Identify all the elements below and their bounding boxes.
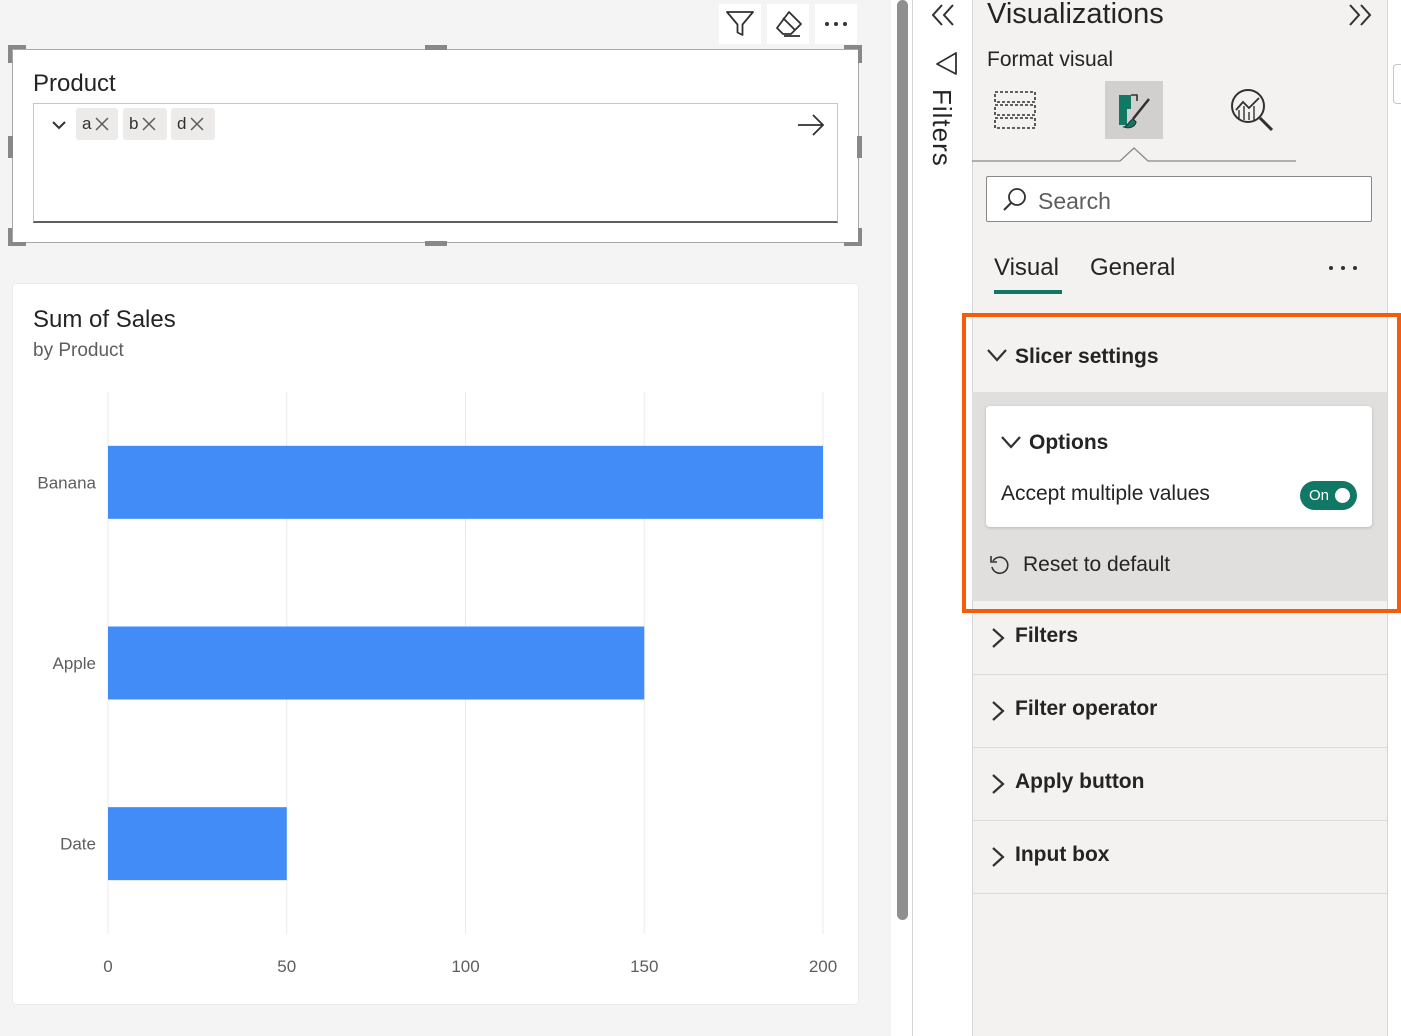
bar-chart-visual[interactable]: Sum of Sales by Product 0 50 100 150 200 Bana… [12, 283, 859, 1005]
highlight-annotation-box [962, 313, 1401, 613]
filters-pane-label[interactable]: Filters [926, 89, 957, 167]
search-icon [1003, 188, 1026, 211]
section-label: Filter operator [1015, 697, 1158, 720]
section-apply-button[interactable]: Apply button [972, 748, 1387, 821]
chevron-right-icon [992, 628, 1005, 648]
chevron-down-icon[interactable] [50, 118, 68, 132]
x-tick-label: 50 [277, 957, 296, 976]
double-chevron-left-icon[interactable] [929, 2, 957, 28]
x-tick-label: 200 [809, 957, 837, 976]
filter-icon [726, 11, 754, 36]
clear-selections-button[interactable] [767, 4, 809, 44]
format-search-input[interactable]: Search [986, 176, 1372, 222]
resize-handle[interactable] [858, 45, 862, 63]
filter-pane-icon [936, 52, 957, 75]
eraser-icon [776, 11, 802, 37]
product-slicer[interactable]: Product a b d [12, 49, 859, 243]
selected-chip-b[interactable]: b [123, 108, 167, 140]
resize-handle[interactable] [8, 228, 12, 246]
chevron-right-icon [992, 701, 1005, 721]
paintbrush-icon [1119, 94, 1150, 129]
chip-label: b [129, 114, 139, 133]
x-tick-label: 100 [451, 957, 479, 976]
y-category-label: Banana [37, 473, 96, 492]
canvas-scrollbar-thumb[interactable] [897, 0, 908, 920]
tab-visual[interactable]: Visual [994, 254, 1059, 282]
remove-chip-icon[interactable] [141, 116, 157, 132]
selected-chip-a[interactable]: a [76, 108, 118, 140]
x-tick-label: 0 [103, 957, 112, 976]
chevron-right-icon [992, 774, 1005, 794]
resize-handle[interactable] [8, 45, 12, 63]
visualizations-title: Visualizations [987, 0, 1164, 30]
pane-resize-tab[interactable] [1393, 64, 1401, 104]
more-options-icon[interactable] [1327, 258, 1359, 278]
section-label: Input box [1015, 843, 1110, 866]
slicer-dropdown[interactable]: a b d [33, 103, 838, 223]
bar-banana[interactable] [108, 445, 823, 519]
more-options-button[interactable] [815, 4, 857, 44]
build-visual-tab[interactable] [986, 81, 1044, 139]
double-chevron-right-icon[interactable] [1346, 2, 1374, 28]
bar-apple[interactable] [108, 626, 645, 700]
bar-date[interactable] [108, 807, 287, 881]
chip-label: d [177, 114, 187, 133]
search-placeholder: Search [1038, 188, 1111, 214]
remove-chip-icon[interactable] [94, 116, 110, 132]
chevron-right-icon [992, 847, 1005, 867]
analytics-tab[interactable] [1223, 81, 1281, 139]
section-label: Filters [1015, 624, 1079, 647]
resize-handle[interactable] [425, 241, 447, 246]
chip-label: a [82, 114, 92, 133]
tab-general[interactable]: General [1090, 254, 1175, 282]
y-category-label: Date [60, 835, 96, 854]
section-label: Apply button [1015, 770, 1145, 793]
resize-handle[interactable] [425, 45, 447, 50]
filter-button[interactable] [719, 4, 761, 44]
section-input-box[interactable]: Input box [972, 821, 1387, 894]
tab-indicator [972, 147, 1296, 162]
fields-well-icon [994, 91, 1036, 129]
chart-plot: 0 50 100 150 200 Banana Apple Date [37, 392, 837, 976]
resize-handle[interactable] [858, 228, 862, 246]
slicer-title: Product [33, 70, 116, 97]
section-filter-operator[interactable]: Filter operator [972, 675, 1387, 748]
active-tab-underline [994, 290, 1062, 294]
y-category-label: Apple [53, 654, 96, 673]
format-visual-tab[interactable] [1105, 81, 1163, 139]
report-canvas: Product a b d Sum of Sales by Product 0 … [0, 0, 891, 1036]
more-options-icon [825, 22, 847, 26]
resize-handle[interactable] [8, 136, 13, 158]
arrow-right-icon[interactable] [796, 112, 826, 138]
x-tick-label: 150 [630, 957, 658, 976]
resize-handle[interactable] [857, 136, 862, 158]
selected-chip-d[interactable]: d [171, 108, 215, 140]
format-visual-label: Format visual [987, 48, 1114, 71]
remove-chip-icon[interactable] [189, 116, 205, 132]
analytics-magnifier-icon [1231, 89, 1274, 132]
